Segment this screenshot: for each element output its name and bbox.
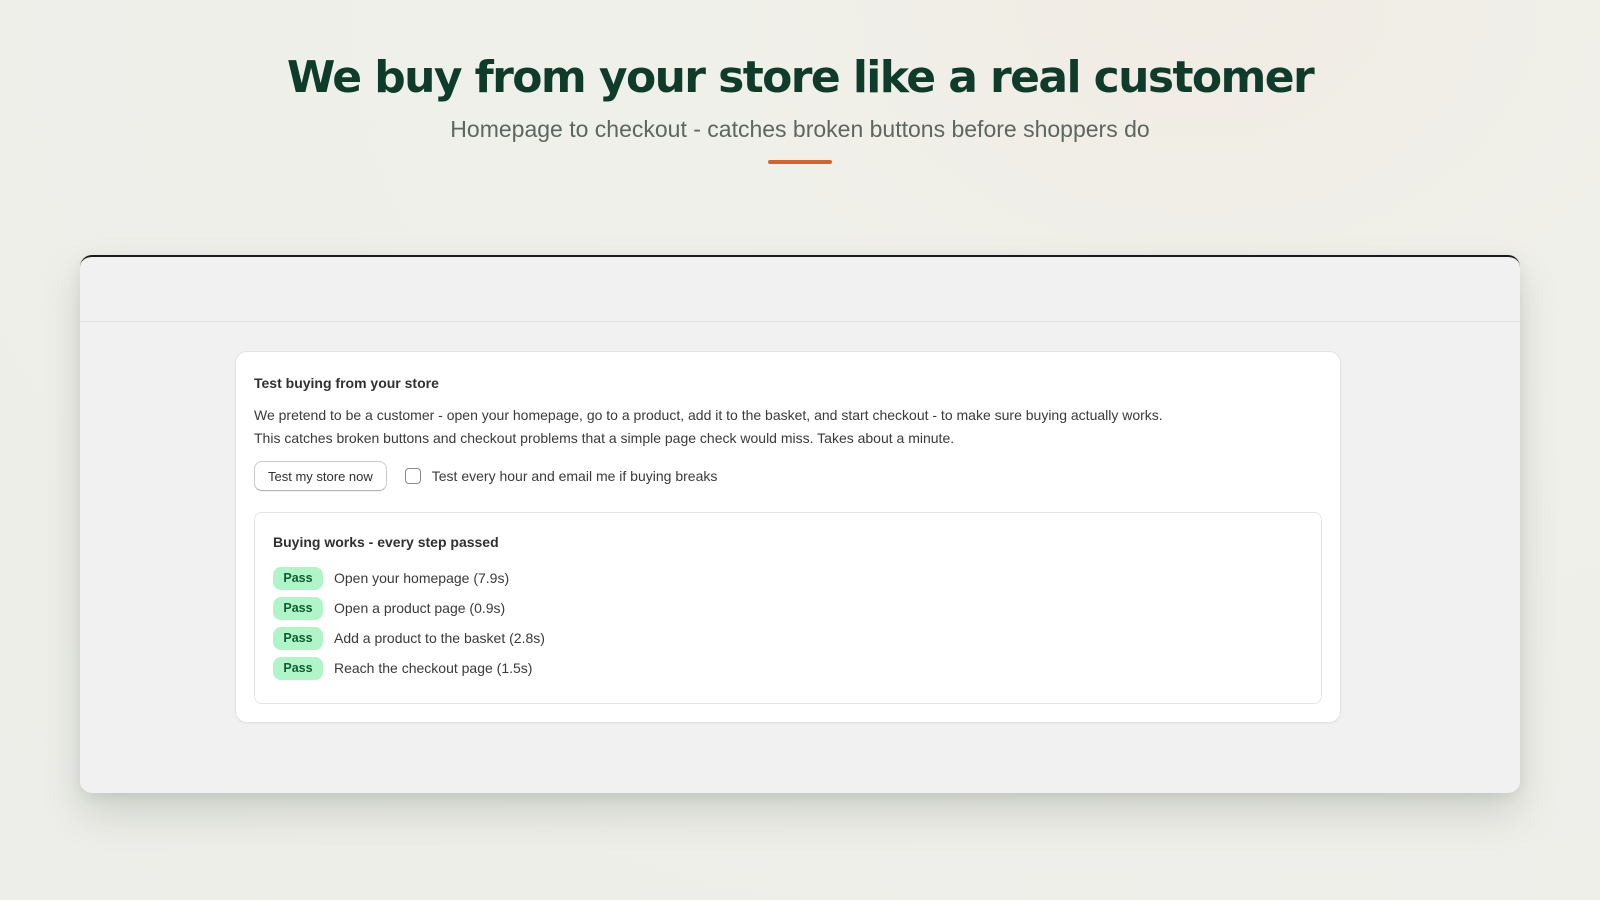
test-buying-card: Test buying from your store We pretend t… <box>235 351 1341 723</box>
schedule-checkbox[interactable] <box>404 468 421 484</box>
step-label: Open a product page (0.9s) <box>334 600 506 616</box>
card-description-line-1: We pretend to be a customer - open your … <box>254 407 1163 423</box>
hero-title: We buy from your store like a real custo… <box>286 52 1315 103</box>
card-description: We pretend to be a customer - open your … <box>254 404 1322 450</box>
step-label: Add a product to the basket (2.8s) <box>334 630 545 646</box>
app-window: Test buying from your store We pretend t… <box>80 255 1520 793</box>
hero: We buy from your store like a real custo… <box>0 0 1600 164</box>
results-panel: Buying works - every step passed Pass Op… <box>254 512 1322 704</box>
card-title: Test buying from your store <box>254 375 439 391</box>
card-description-line-2: This catches broken buttons and checkout… <box>254 430 955 446</box>
step-label: Reach the checkout page (1.5s) <box>334 660 533 676</box>
test-store-button[interactable]: Test my store now <box>254 461 387 491</box>
schedule-checkbox-label: Test every hour and email me if buying b… <box>431 468 718 484</box>
status-badge: Pass <box>273 566 323 590</box>
status-badge: Pass <box>273 656 323 680</box>
list-item: Pass Open a product page (0.9s) <box>273 596 1303 620</box>
hero-subtitle: Homepage to checkout - catches broken bu… <box>450 116 1150 142</box>
status-badge: Pass <box>273 626 323 650</box>
results-title: Buying works - every step passed <box>273 534 499 550</box>
list-item: Pass Add a product to the basket (2.8s) <box>273 626 1303 650</box>
step-label: Open your homepage (7.9s) <box>334 570 510 586</box>
list-item: Pass Reach the checkout page (1.5s) <box>273 656 1303 680</box>
steps-list: Pass Open your homepage (7.9s) Pass Open… <box>273 566 1303 680</box>
status-badge: Pass <box>273 596 323 620</box>
card-actions: Test my store now Test every hour and em… <box>254 461 1322 491</box>
schedule-checkbox-row[interactable]: Test every hour and email me if buying b… <box>404 468 718 484</box>
window-topbar <box>80 257 1520 322</box>
list-item: Pass Open your homepage (7.9s) <box>273 566 1303 590</box>
hero-divider <box>768 160 832 164</box>
